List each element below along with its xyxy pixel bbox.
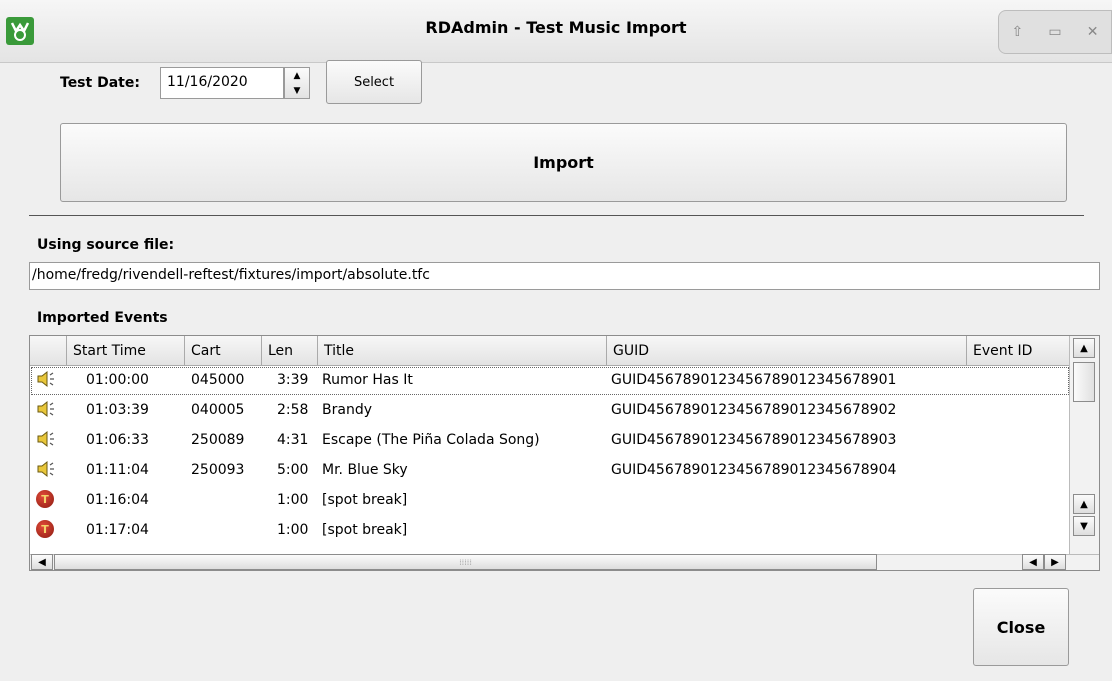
scroll-left-icon[interactable]: ◀ <box>31 554 53 570</box>
maximize-icon[interactable]: ▭ <box>1048 24 1061 40</box>
scroll-right-icon[interactable]: ▶ <box>1044 554 1066 570</box>
source-file-path: /home/fredg/rivendell-reftest/fixtures/i… <box>32 267 430 283</box>
cell-len: 3:39 <box>277 372 309 388</box>
scroll-down-icon[interactable]: ▼ <box>1073 516 1095 536</box>
speaker-icon <box>36 370 56 392</box>
spin-up-icon[interactable]: ▲ <box>285 68 309 83</box>
imported-events-label: Imported Events <box>37 310 168 326</box>
import-button[interactable]: Import <box>60 123 1067 202</box>
cell-len: 1:00 <box>277 522 309 538</box>
cell-start: 01:00:00 <box>86 372 149 388</box>
cell-guid: GUID4567890123456789012345678904 <box>611 462 897 478</box>
cell-title: [spot break] <box>322 522 408 538</box>
source-file-label: Using source file: <box>37 237 175 253</box>
cell-len: 2:58 <box>277 402 309 418</box>
cell-start: 01:11:04 <box>86 462 149 478</box>
col-header-len[interactable]: Len <box>262 336 318 366</box>
traffic-marker-icon: T <box>36 490 54 508</box>
window-title: RDAdmin - Test Music Import <box>425 18 687 37</box>
cell-guid: GUID4567890123456789012345678903 <box>611 432 897 448</box>
cell-title: Brandy <box>322 402 372 418</box>
cell-start: 01:16:04 <box>86 492 149 508</box>
col-header-cart[interactable]: Cart <box>185 336 262 366</box>
col-header-guid[interactable]: GUID <box>607 336 967 366</box>
window-titlebar[interactable]: RDAdmin - Test Music Import ⇧ ▭ ✕ <box>0 0 1112 63</box>
table-row[interactable]: 01:00:00 045000 3:39 Rumor Has It GUID456789… <box>30 366 1070 396</box>
test-date-value: 11/16/2020 <box>167 74 248 90</box>
table-row[interactable]: 01:03:39 040005 2:58 Brandy GUID456789012345… <box>30 396 1070 426</box>
select-date-button[interactable]: Select <box>326 60 422 104</box>
col-header-icon[interactable] <box>30 336 67 366</box>
test-date-field[interactable]: 11/16/2020 <box>160 67 284 99</box>
cell-start: 01:17:04 <box>86 522 149 538</box>
horizontal-scroll-thumb[interactable]: ⁞⁞⁞⁞⁞ <box>54 554 877 570</box>
cell-len: 1:00 <box>277 492 309 508</box>
traffic-marker-icon: T <box>36 520 54 538</box>
cell-len: 4:31 <box>277 432 309 448</box>
spin-down-icon[interactable]: ▼ <box>285 83 309 98</box>
date-spinner[interactable]: ▲ ▼ <box>284 67 310 99</box>
cell-start: 01:06:33 <box>86 432 149 448</box>
cell-cart: 045000 <box>191 372 245 388</box>
cell-title: [spot break] <box>322 492 408 508</box>
close-window-icon[interactable]: ✕ <box>1087 24 1099 40</box>
cell-title: Rumor Has It <box>322 372 413 388</box>
cell-cart: 040005 <box>191 402 245 418</box>
cell-len: 5:00 <box>277 462 309 478</box>
table-row[interactable]: T 01:16:04 1:00 [spot break] <box>30 486 1070 516</box>
cell-title: Escape (The Piña Colada Song) <box>322 432 540 448</box>
speaker-icon <box>36 400 56 422</box>
close-button[interactable]: Close <box>973 588 1069 666</box>
table-row[interactable]: 01:11:04 250093 5:00 Mr. Blue Sky GUID456789… <box>30 456 1070 486</box>
cell-title: Mr. Blue Sky <box>322 462 408 478</box>
scroll-left-end-icon[interactable]: ◀ <box>1022 554 1044 570</box>
source-file-field[interactable]: /home/fredg/rivendell-reftest/fixtures/i… <box>29 262 1100 290</box>
col-header-title[interactable]: Title <box>318 336 607 366</box>
table-row[interactable]: 01:06:33 250089 4:31 Escape (The Piña Colad… <box>30 426 1070 456</box>
cell-start: 01:03:39 <box>86 402 149 418</box>
cell-cart: 250089 <box>191 432 245 448</box>
cell-guid: GUID4567890123456789012345678901 <box>611 372 897 388</box>
speaker-icon <box>36 430 56 452</box>
horizontal-scrollbar[interactable]: ◀ ⁞⁞⁞⁞⁞ ◀ ▶ <box>30 554 1099 570</box>
cell-guid: GUID4567890123456789012345678902 <box>611 402 897 418</box>
window-controls: ⇧ ▭ ✕ <box>998 10 1112 54</box>
col-header-start-time[interactable]: Start Time <box>67 336 185 366</box>
shade-icon[interactable]: ⇧ <box>1012 24 1024 40</box>
scroll-thumb[interactable] <box>1073 362 1095 402</box>
table-row[interactable]: T 01:17:04 1:00 [spot break] <box>30 516 1070 546</box>
speaker-icon <box>36 460 56 482</box>
scroll-up-icon[interactable]: ▲ <box>1073 338 1095 358</box>
vertical-scrollbar[interactable]: ▲ ▲ ▼ <box>1069 336 1099 556</box>
separator <box>29 215 1084 216</box>
scroll-up-lower-icon[interactable]: ▲ <box>1073 494 1095 514</box>
cell-cart: 250093 <box>191 462 245 478</box>
imported-events-list[interactable]: Start Time Cart Len Title GUID Event ID … <box>29 335 1100 571</box>
test-date-label: Test Date: <box>60 75 140 91</box>
col-header-event-id[interactable]: Event ID <box>967 336 1070 366</box>
